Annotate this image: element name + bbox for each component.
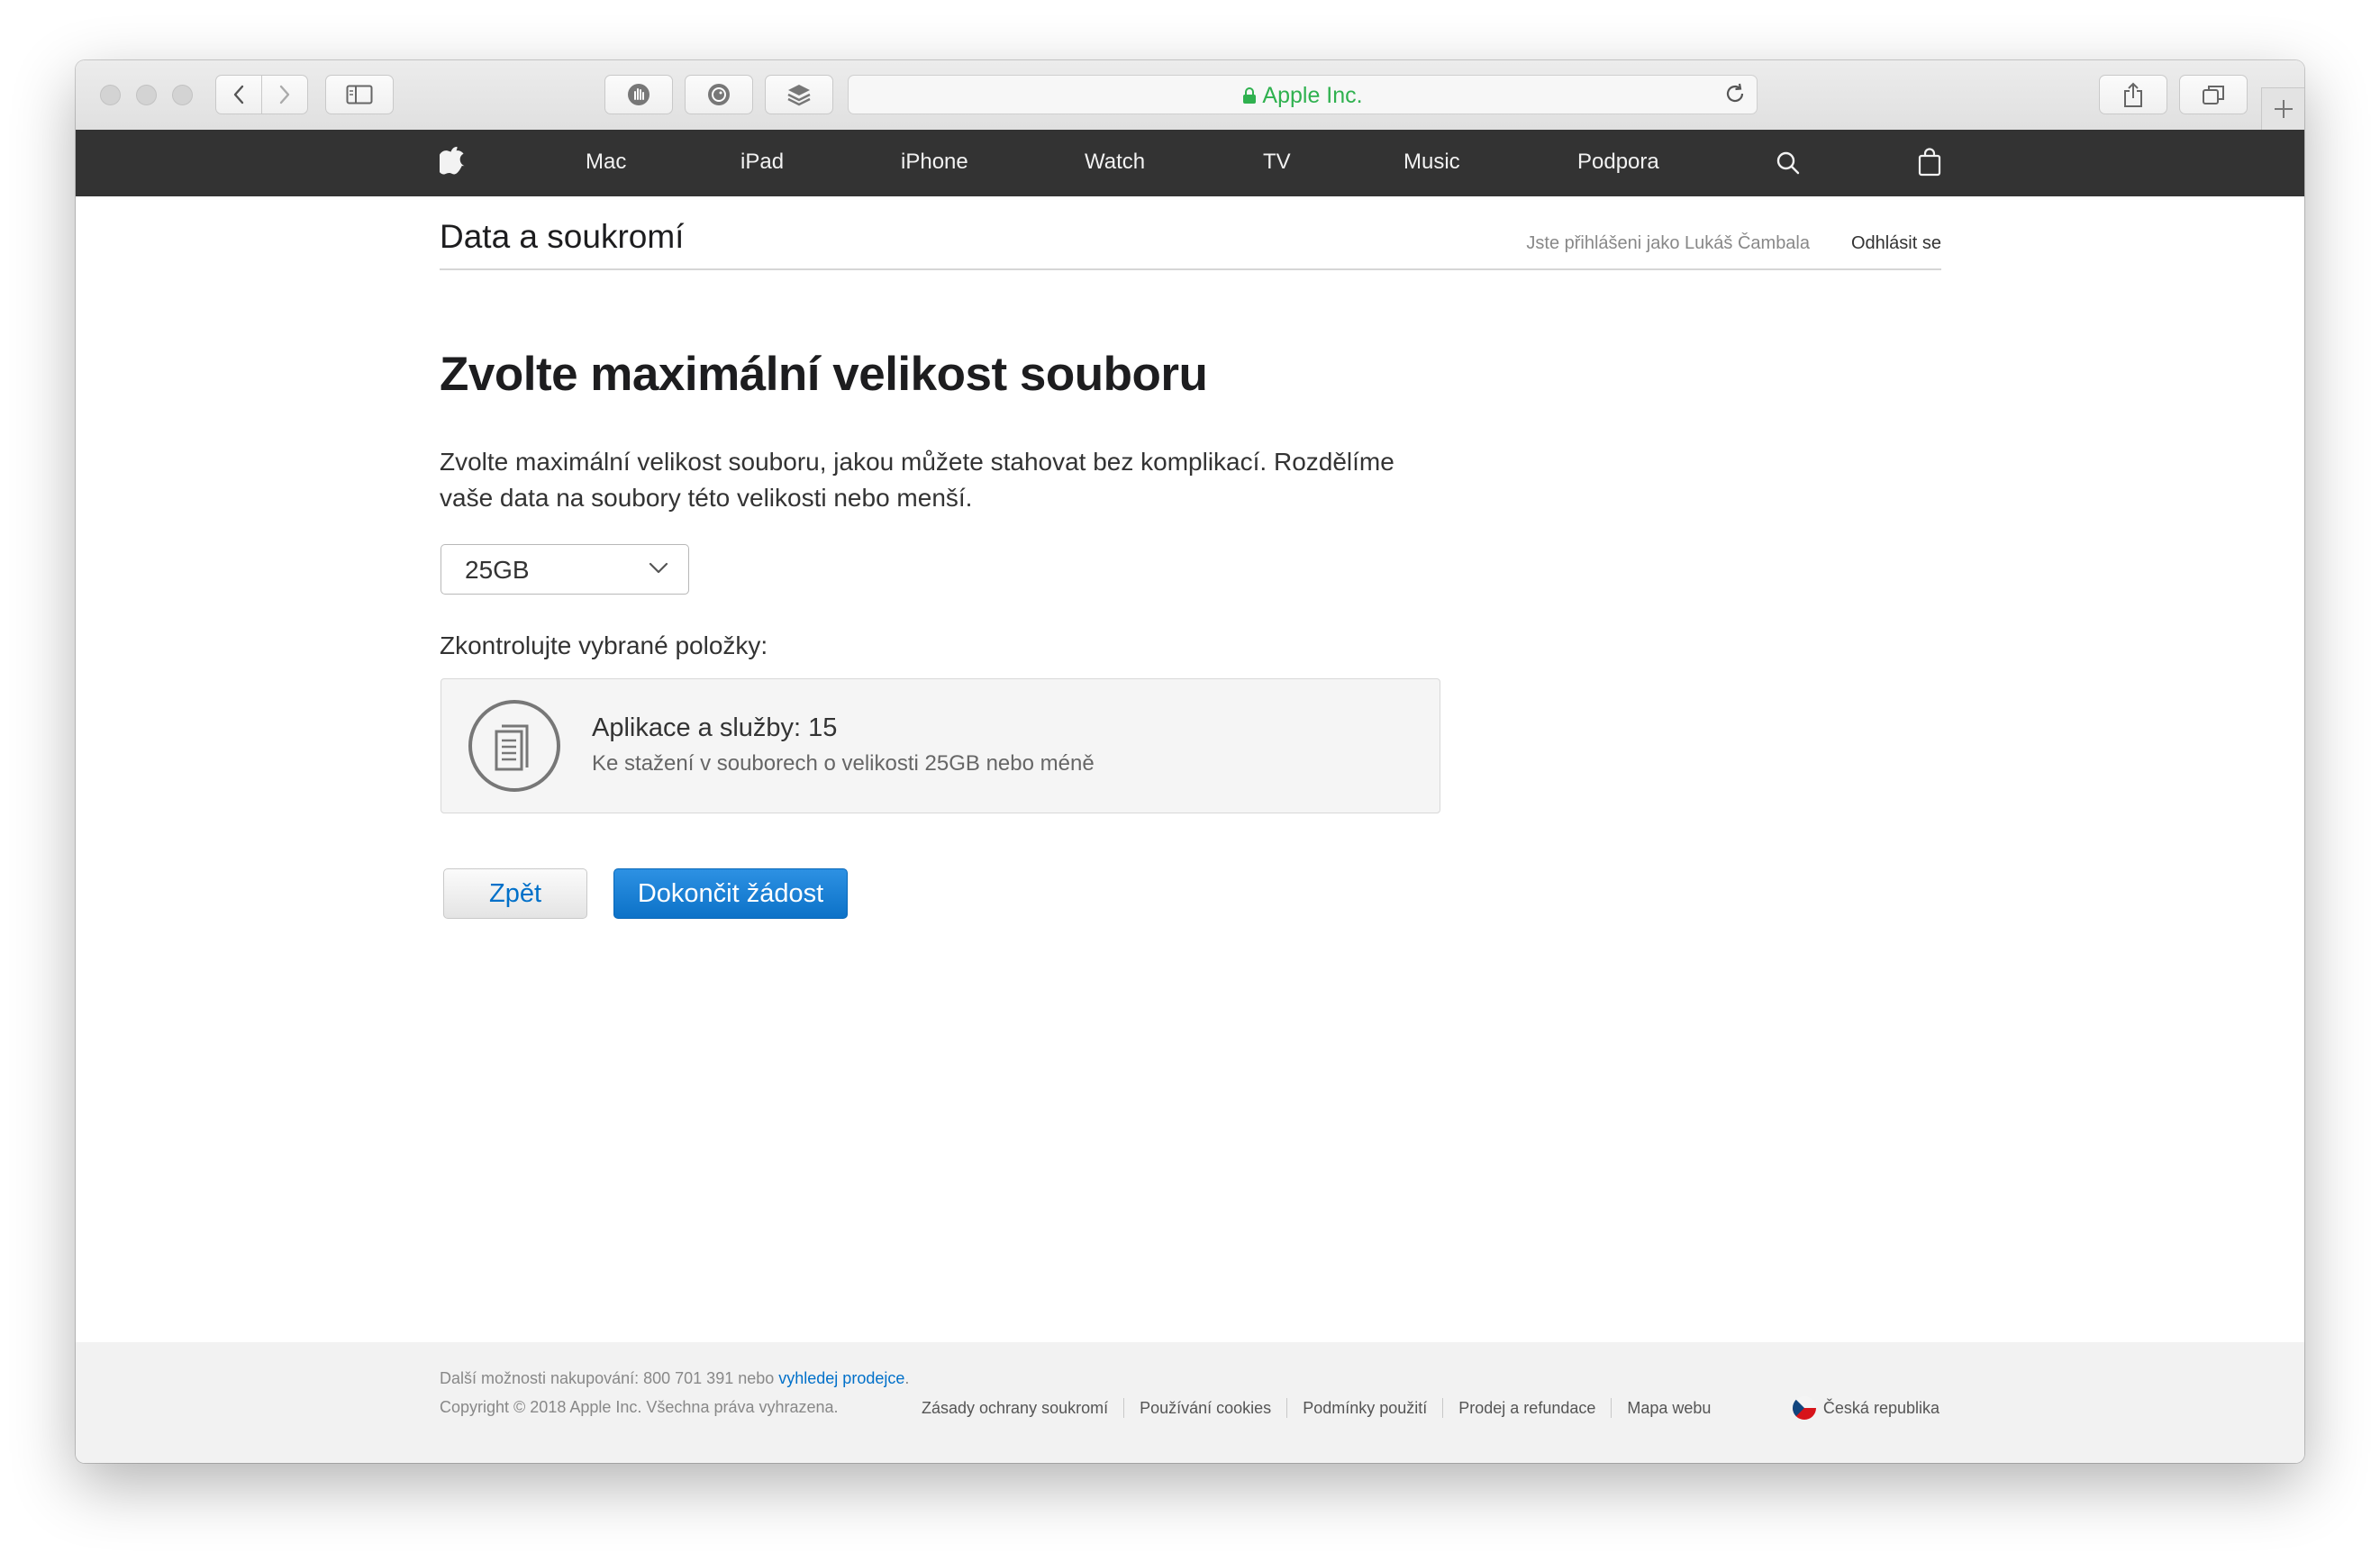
duckduckgo-icon xyxy=(708,84,730,105)
back-button[interactable] xyxy=(215,75,262,114)
browser-toolbar: Apple Inc. xyxy=(76,60,2304,131)
extension-button-1[interactable] xyxy=(604,75,673,114)
nav-watch[interactable]: Watch xyxy=(1085,150,1145,175)
chevron-left-icon xyxy=(233,85,244,104)
nav-mac[interactable]: Mac xyxy=(586,150,626,175)
logout-link[interactable]: Odhlásit se xyxy=(1851,233,1941,254)
card-title: Aplikace a služby: 15 xyxy=(592,713,838,742)
reload-button[interactable] xyxy=(1722,81,1748,111)
footer: Další možnosti nakupování: 800 701 391 n… xyxy=(76,1342,2304,1463)
footer-links: Zásady ochrany soukromí Používání cookie… xyxy=(906,1398,1726,1418)
description-text: Zvolte maximální velikost souboru, jakou… xyxy=(440,448,1394,512)
search-icon[interactable] xyxy=(1776,150,1801,180)
nav-ipad[interactable]: iPad xyxy=(740,150,784,175)
share-button[interactable] xyxy=(2099,75,2167,114)
copyright-text: Copyright © 2018 Apple Inc. Všechna práv… xyxy=(440,1398,839,1416)
file-size-value: 25GB xyxy=(465,556,530,584)
region-label: Česká republika xyxy=(1822,1398,1939,1417)
file-size-select[interactable]: 25GB xyxy=(441,544,689,595)
nav-podpora[interactable]: Podpora xyxy=(1577,150,1659,175)
region-selector[interactable]: Česká republika xyxy=(1792,1396,1939,1420)
finish-request-button[interactable]: Dokončit žádost xyxy=(613,868,848,919)
apple-logo-icon[interactable] xyxy=(438,146,467,181)
bag-icon[interactable] xyxy=(1918,148,1941,181)
nav-tv[interactable]: TV xyxy=(1263,150,1291,175)
document-icon xyxy=(468,700,560,792)
footer-link-sitemap[interactable]: Mapa webu xyxy=(1612,1398,1726,1418)
address-text: Apple Inc. xyxy=(1262,83,1363,108)
sidebar-icon xyxy=(346,85,373,104)
new-tab-button[interactable] xyxy=(2261,87,2304,130)
page-title[interactable]: Data a soukromí xyxy=(440,218,684,256)
share-icon xyxy=(2124,82,2142,107)
close-window-button[interactable] xyxy=(100,85,121,105)
forward-button[interactable] xyxy=(261,75,308,114)
footer-link-terms[interactable]: Podmínky použití xyxy=(1287,1398,1444,1418)
reload-icon xyxy=(1726,83,1744,103)
extension-button-3[interactable] xyxy=(765,75,833,114)
nav-iphone[interactable]: iPhone xyxy=(901,150,968,175)
tabs-icon xyxy=(2203,86,2224,104)
review-label: Zkontrolujte vybrané položky: xyxy=(440,631,768,659)
czech-flag-icon xyxy=(1792,1396,1816,1420)
lock-icon xyxy=(1243,87,1257,104)
minimize-window-button[interactable] xyxy=(136,85,157,105)
local-nav: Data a soukromí Jste přihlášeni jako Luk… xyxy=(440,196,1941,270)
footer-link-sales-refunds[interactable]: Prodej a refundace xyxy=(1443,1398,1612,1418)
card-subtitle: Ke stažení v souborech o velikosti 25GB … xyxy=(592,751,1095,776)
chevron-down-icon xyxy=(649,562,668,574)
back-step-button[interactable]: Zpět xyxy=(443,868,587,919)
chevron-right-icon xyxy=(279,85,290,104)
extension-button-2[interactable] xyxy=(685,75,753,114)
zoom-window-button[interactable] xyxy=(172,85,193,105)
tabs-overview-button[interactable] xyxy=(2179,75,2248,114)
footer-link-privacy[interactable]: Zásady ochrany soukromí xyxy=(906,1398,1125,1418)
signed-in-text: Jste přihlášeni jako Lukáš Čambala xyxy=(1526,233,1810,253)
nav-music[interactable]: Music xyxy=(1403,150,1460,175)
hand-icon xyxy=(628,84,650,105)
selected-item-card: Aplikace a služby: 15 Ke stažení v soubo… xyxy=(441,678,1440,813)
layers-icon xyxy=(787,85,811,106)
main-heading: Zvolte maximální velikost souboru xyxy=(440,348,1208,401)
browser-window: Apple Inc. Mac iPad iPhone Watch TV Musi… xyxy=(76,60,2304,1463)
footer-link-cookies[interactable]: Používání cookies xyxy=(1124,1398,1288,1418)
sidebar-toggle-button[interactable] xyxy=(325,75,394,114)
global-nav: Mac iPad iPhone Watch TV Music Podpora xyxy=(76,130,2304,196)
find-reseller-link[interactable]: vyhledej prodejce xyxy=(778,1369,904,1387)
shop-options-text: Další možnosti nakupování: 800 701 391 n… xyxy=(440,1369,910,1387)
address-bar[interactable]: Apple Inc. xyxy=(848,75,1758,114)
plus-icon xyxy=(2274,100,2293,118)
